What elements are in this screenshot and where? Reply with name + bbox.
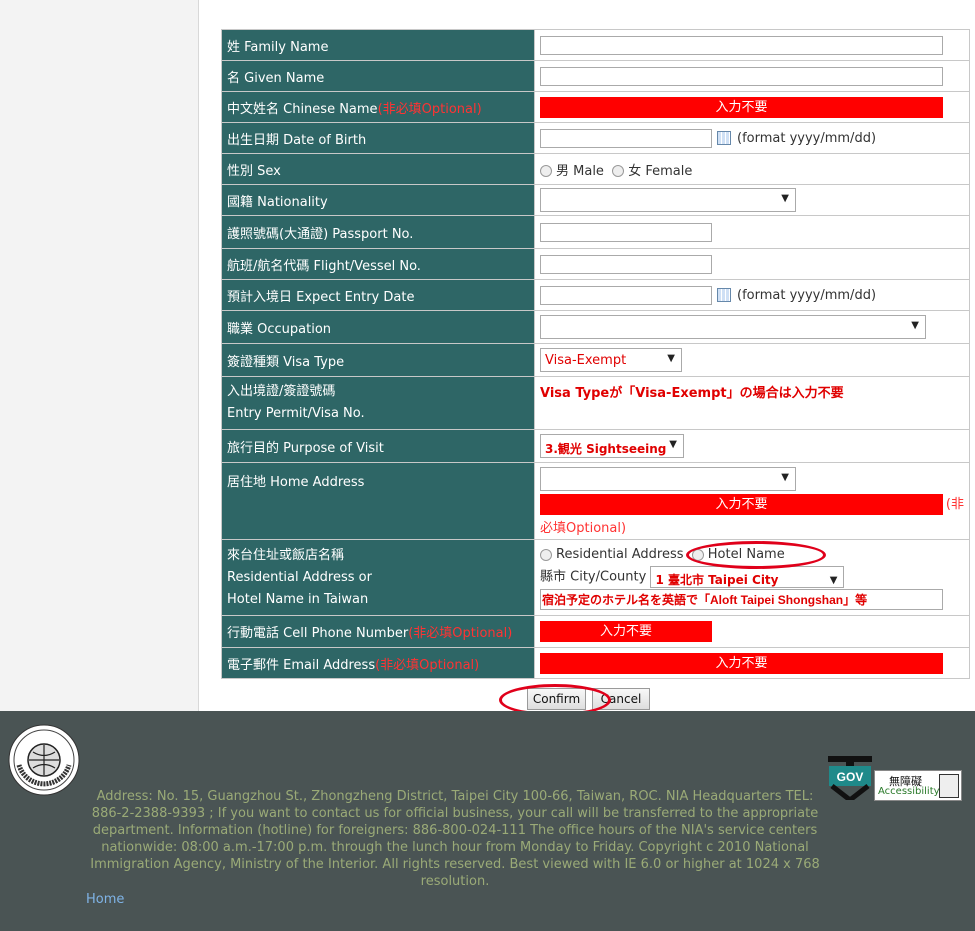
chevron-down-icon: ▼ — [829, 575, 838, 587]
family-name-input[interactable] — [540, 35, 943, 55]
occupation-select[interactable]: ▼ — [540, 315, 926, 339]
passport-input[interactable] — [540, 222, 712, 242]
hotel-name-annotation-ring — [686, 541, 826, 569]
taiwan-address-label-zh: 來台住址或飯店名稱 — [227, 547, 345, 563]
chinese-name-overlay[interactable]: 入力不要 — [540, 96, 943, 118]
sex-label: 性別 Sex — [227, 163, 281, 179]
chevron-down-icon: ▼ — [667, 353, 675, 364]
sex-male-radio[interactable] — [540, 165, 552, 177]
email-label: 電子郵件 Email Address — [227, 657, 376, 673]
cell-phone-optional-tag: (非必填Optional) — [408, 626, 513, 641]
home-link[interactable]: Home — [86, 892, 124, 907]
home-address-select[interactable]: ▼ — [540, 467, 796, 491]
row-email: 電子郵件 Email Address(非必填Optional) 入力不要 — [221, 647, 970, 679]
wheelchair-icon — [939, 774, 959, 798]
occupation-label: 職業 Occupation — [227, 321, 332, 337]
row-cell-phone: 行動電話 Cell Phone Number(非必填Optional) 入力不要 — [221, 615, 970, 648]
dob-format-hint: (format yyyy/mm/dd) — [737, 130, 877, 146]
family-name-label-text: 姓 Family Name — [227, 39, 329, 55]
visa-type-value: Visa-Exempt — [545, 353, 627, 368]
gov-icon[interactable]: GOV — [828, 756, 872, 804]
hotel-name-input[interactable] — [540, 588, 943, 610]
row-entry-date: 預計入境日 Expect Entry Date (format yyyy/mm/… — [221, 279, 970, 311]
visa-type-select[interactable]: Visa-Exempt ▼ — [540, 348, 682, 372]
calendar-icon[interactable] — [717, 288, 731, 302]
purpose-select[interactable]: 3.観光 Sightseeing ▼ — [540, 434, 684, 458]
row-taiwan-address: 來台住址或飯店名稱 Residential Address or Hotel Nam… — [221, 539, 970, 616]
chinese-name-optional-tag: (非必填Optional) — [377, 101, 482, 117]
left-sidebar-blank — [0, 0, 199, 711]
accessibility-badge-en: Accessibility — [878, 786, 940, 797]
nia-logo — [7, 723, 81, 801]
footer: Address: No. 15, Guangzhou St., Zhongzhe… — [0, 711, 975, 931]
row-given-name: 名 Given Name — [221, 60, 970, 92]
chevron-down-icon: ▼ — [669, 439, 677, 450]
city-county-label: 縣市 City/County — [540, 569, 647, 585]
dob-input[interactable] — [540, 128, 712, 148]
application-form: 姓 Family Name 名 Given Name 中文姓名 Chinese … — [221, 29, 970, 679]
gov-text: GOV — [837, 770, 864, 784]
row-nationality: 國籍 Nationality ▼ — [221, 184, 970, 216]
taiwan-address-label-en-1: Residential Address or — [227, 569, 372, 585]
entry-permit-label-zh: 入出境證/簽證號碼 — [227, 384, 336, 399]
row-visa-type: 簽證種類 Visa Type Visa-Exempt ▼ — [221, 343, 970, 377]
home-address-label: 居住地 Home Address — [227, 475, 365, 490]
form-actions: Confirm Cancel — [0, 688, 975, 710]
chevron-down-icon: ▼ — [781, 472, 789, 483]
city-county-select[interactable]: 1 臺北市 Taipei City ▼ — [650, 566, 845, 589]
row-family-name: 姓 Family Name — [221, 29, 970, 61]
given-name-label: 名 Given Name — [227, 70, 325, 86]
entry-permit-label-en: Entry Permit/Visa No. — [227, 406, 365, 421]
taiwan-address-label-en-2: Hotel Name in Taiwan — [227, 591, 369, 607]
dob-label: 出生日期 Date of Birth — [227, 132, 367, 148]
sex-male-label: 男 Male — [556, 163, 604, 179]
entry-date-format-hint: (format yyyy/mm/dd) — [737, 287, 877, 303]
home-address-optional-tag: (非 — [945, 497, 964, 512]
sex-female-label: 女 Female — [628, 163, 693, 179]
accessibility-badge[interactable]: 無障礙 Accessibility — [874, 770, 962, 801]
chevron-down-icon: ▼ — [781, 193, 789, 204]
row-sex: 性別 Sex 男 Male 女 Female — [221, 153, 970, 185]
purpose-value: 3.観光 Sightseeing — [545, 442, 667, 456]
row-occupation: 職業 Occupation ▼ — [221, 310, 970, 344]
row-dob: 出生日期 Date of Birth (format yyyy/mm/dd) — [221, 122, 970, 154]
family-name-label: 姓 Family Name — [221, 29, 535, 61]
row-chinese-name: 中文姓名 Chinese Name(非必填Optional) 入力不要 — [221, 91, 970, 123]
flight-input[interactable] — [540, 254, 712, 274]
home-address-overlay[interactable]: 入力不要 — [540, 494, 943, 515]
flight-label: 航班/航名代碼 Flight/Vessel No. — [227, 258, 421, 274]
purpose-label: 旅行目的 Purpose of Visit — [227, 440, 384, 456]
footer-address: Address: No. 15, Guangzhou St., Zhongzhe… — [90, 789, 820, 889]
email-overlay[interactable]: 入力不要 — [540, 652, 943, 674]
given-name-input[interactable] — [540, 66, 943, 86]
calendar-icon[interactable] — [717, 131, 731, 145]
entry-date-input[interactable] — [540, 285, 712, 305]
cell-phone-overlay[interactable]: 入力不要 — [540, 621, 712, 642]
row-passport: 護照號碼(大通證) Passport No. — [221, 215, 970, 249]
chevron-down-icon: ▼ — [911, 320, 919, 331]
visa-type-label: 簽證種類 Visa Type — [227, 354, 345, 370]
email-optional-tag: (非必填Optional) — [375, 657, 480, 673]
row-purpose: 旅行目的 Purpose of Visit 3.観光 Sightseeing ▼ — [221, 429, 970, 463]
sex-female-radio[interactable] — [612, 165, 625, 177]
row-entry-permit: 入出境證/簽證號碼 Entry Permit/Visa No. Visa Type… — [221, 376, 970, 430]
row-home-address: 居住地 Home Address ▼ 入力不要 (非 必填Optional) — [221, 462, 970, 540]
nationality-select[interactable]: ▼ — [540, 188, 796, 212]
passport-label: 護照號碼(大通證) Passport No. — [227, 226, 414, 242]
home-address-optional-tag-cont: 必填Optional) — [540, 521, 627, 536]
residential-address-label: Residential Address — [556, 547, 684, 563]
city-county-value: 1 臺北市 Taipei City — [655, 573, 779, 588]
entry-date-label: 預計入境日 Expect Entry Date — [227, 289, 415, 305]
residential-address-radio[interactable] — [540, 548, 552, 561]
nationality-label: 國籍 Nationality — [227, 194, 328, 210]
entry-permit-note: Visa Typeが「Visa-Exempt」の場合は入力不要 — [540, 386, 844, 401]
cell-phone-label: 行動電話 Cell Phone Number — [227, 626, 409, 641]
row-flight: 航班/航名代碼 Flight/Vessel No. — [221, 248, 970, 280]
chinese-name-label: 中文姓名 Chinese Name — [227, 101, 378, 117]
